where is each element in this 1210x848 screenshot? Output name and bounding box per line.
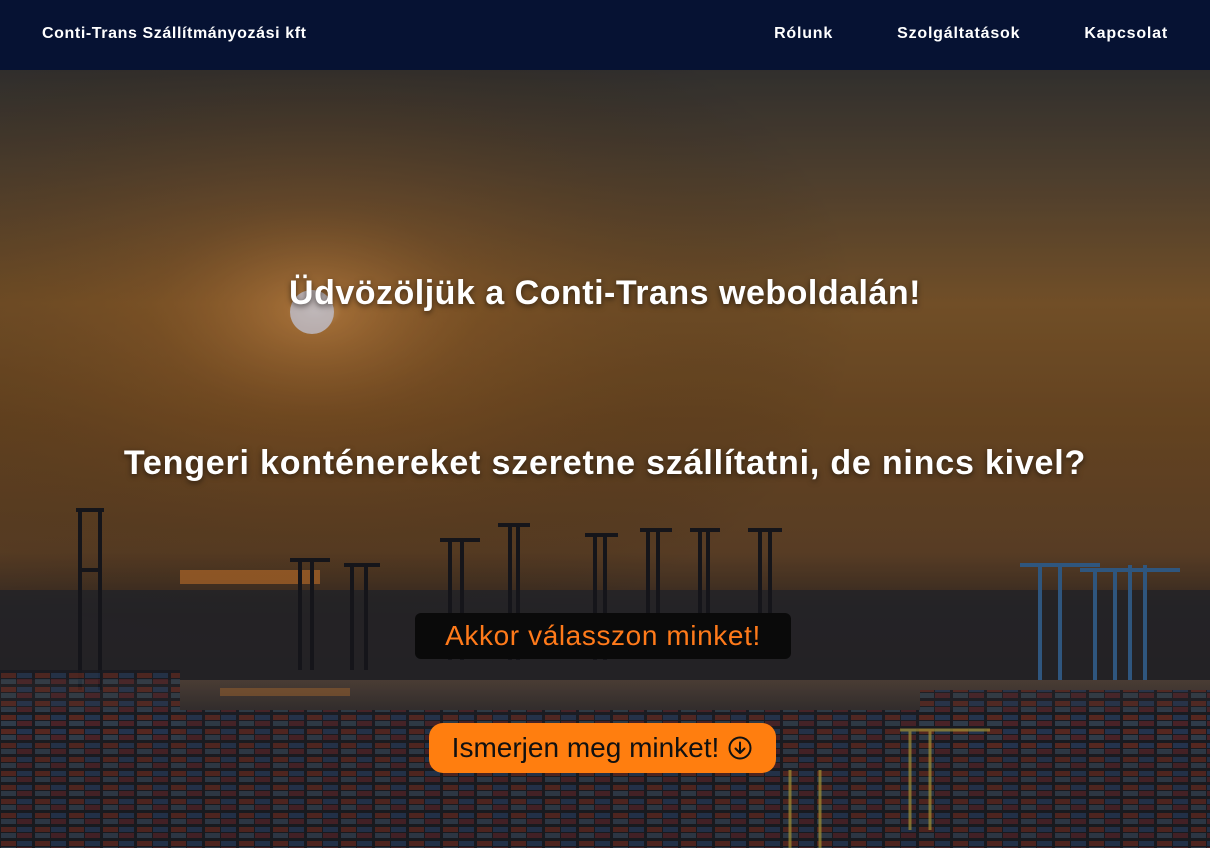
nav-links: Rólunk Szolgáltatások Kapcsolat xyxy=(774,25,1168,43)
question-heading: Tengeri konténereket szeretne szállítatn… xyxy=(123,444,1087,482)
learn-more-button-label: Ismerjen meg minket! xyxy=(451,732,720,763)
answer-label: Akkor válasszon minket! xyxy=(415,613,791,659)
welcome-heading: Üdvözöljük a Conti-Trans weboldalán! xyxy=(289,274,921,312)
nav-link-rolunk[interactable]: Rólunk xyxy=(774,25,833,43)
nav-link-kapcsolat[interactable]: Kapcsolat xyxy=(1084,25,1168,43)
arrow-down-circle-icon xyxy=(728,736,752,760)
brand-name[interactable]: Conti-Trans Szállítmányozási kft xyxy=(42,25,307,43)
hero-section: Üdvözöljük a Conti-Trans weboldalán! Ten… xyxy=(0,70,1210,848)
learn-more-button[interactable]: Ismerjen meg minket! xyxy=(429,723,776,773)
navbar: Conti-Trans Szállítmányozási kft Rólunk … xyxy=(0,0,1210,70)
nav-link-szolgaltatasok[interactable]: Szolgáltatások xyxy=(897,25,1020,43)
